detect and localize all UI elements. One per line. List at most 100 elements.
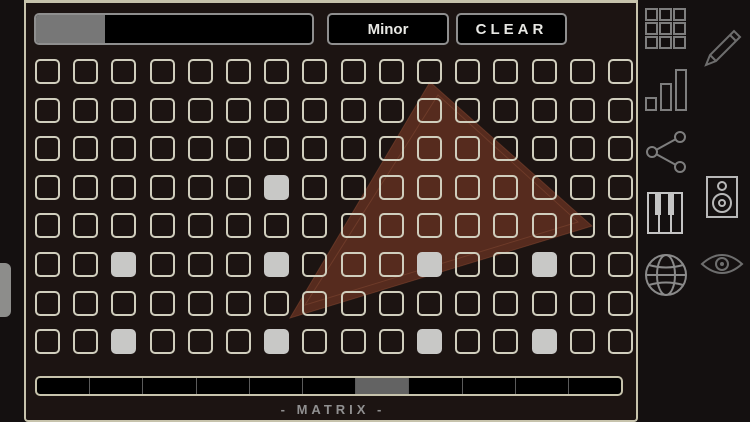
matrix-cell[interactable]	[73, 290, 99, 316]
globe-icon[interactable]	[644, 253, 688, 302]
matrix-cell[interactable]	[187, 290, 213, 316]
matrix-cell[interactable]	[226, 329, 251, 355]
timeline-segment[interactable]	[569, 378, 621, 394]
matrix-cell[interactable]	[455, 290, 481, 316]
matrix-cell[interactable]	[264, 97, 290, 123]
matrix-cell[interactable]	[569, 97, 595, 123]
matrix-cell[interactable]	[302, 136, 328, 162]
matrix-cell[interactable]	[149, 329, 175, 355]
matrix-cell[interactable]	[340, 290, 366, 316]
matrix-cell[interactable]	[187, 59, 213, 84]
matrix-cell[interactable]	[455, 174, 481, 200]
matrix-cell[interactable]	[73, 213, 99, 239]
matrix-cell[interactable]	[417, 97, 442, 123]
matrix-cell[interactable]	[455, 136, 481, 162]
matrix-cell[interactable]	[531, 252, 557, 277]
timeline-segment[interactable]	[516, 378, 569, 394]
matrix-cell[interactable]	[187, 329, 213, 355]
matrix-cell[interactable]	[493, 97, 519, 123]
matrix-cell[interactable]	[340, 252, 366, 277]
matrix-cell[interactable]	[226, 174, 251, 200]
eye-icon[interactable]	[700, 250, 744, 283]
matrix-cell[interactable]	[493, 136, 519, 162]
matrix-cell[interactable]	[187, 174, 213, 200]
matrix-cell[interactable]	[531, 59, 557, 84]
matrix-cell[interactable]	[455, 213, 481, 239]
matrix-cell[interactable]	[264, 174, 290, 200]
matrix-cell[interactable]	[149, 97, 175, 123]
matrix-cell[interactable]	[378, 329, 404, 355]
matrix-cell[interactable]	[264, 59, 290, 84]
matrix-cell[interactable]	[378, 290, 404, 316]
matrix-cell[interactable]	[608, 329, 633, 355]
matrix-cell[interactable]	[73, 329, 99, 355]
matrix-cell[interactable]	[264, 290, 290, 316]
timeline-segment[interactable]	[197, 378, 250, 394]
matrix-cell[interactable]	[111, 290, 137, 316]
matrix-cell[interactable]	[73, 174, 99, 200]
matrix-cell[interactable]	[455, 252, 481, 277]
matrix-cell[interactable]	[569, 174, 595, 200]
matrix-cell[interactable]	[531, 329, 557, 355]
timeline-segment[interactable]	[37, 378, 91, 394]
matrix-cell[interactable]	[111, 136, 137, 162]
matrix-cell[interactable]	[417, 252, 442, 277]
timeline-segment[interactable]	[90, 378, 144, 394]
matrix-cell[interactable]	[417, 136, 442, 162]
matrix-cell[interactable]	[226, 290, 251, 316]
matrix-cell[interactable]	[149, 290, 175, 316]
timeline-segment[interactable]	[250, 378, 303, 394]
matrix-cell[interactable]	[35, 136, 60, 162]
matrix-cell[interactable]	[226, 97, 251, 123]
matrix-cell[interactable]	[417, 329, 442, 355]
matrix-cell[interactable]	[531, 213, 557, 239]
scale-button[interactable]: Minor	[327, 13, 449, 45]
matrix-cell[interactable]	[455, 97, 481, 123]
clear-button[interactable]: CLEAR	[456, 13, 567, 45]
matrix-cell[interactable]	[417, 213, 442, 239]
matrix-cell[interactable]	[378, 213, 404, 239]
matrix-cell[interactable]	[111, 213, 137, 239]
timeline-segment[interactable]	[356, 378, 410, 394]
matrix-cell[interactable]	[493, 290, 519, 316]
matrix-cell[interactable]	[264, 213, 290, 239]
timeline-segment[interactable]	[463, 378, 516, 394]
matrix-cell[interactable]	[340, 174, 366, 200]
matrix-cell[interactable]	[187, 97, 213, 123]
matrix-cell[interactable]	[531, 136, 557, 162]
matrix-cell[interactable]	[493, 59, 519, 84]
matrix-cell[interactable]	[302, 213, 328, 239]
matrix-cell[interactable]	[35, 213, 60, 239]
matrix-cell[interactable]	[264, 136, 290, 162]
matrix-cell[interactable]	[378, 174, 404, 200]
piano-icon[interactable]	[646, 191, 684, 240]
matrix-cell[interactable]	[608, 174, 633, 200]
matrix-cell[interactable]	[111, 252, 137, 277]
matrix-cell[interactable]	[187, 136, 213, 162]
matrix-cell[interactable]	[35, 97, 60, 123]
matrix-cell[interactable]	[187, 252, 213, 277]
matrix-cell[interactable]	[493, 252, 519, 277]
matrix-cell[interactable]	[569, 136, 595, 162]
matrix-cell[interactable]	[226, 136, 251, 162]
matrix-cell[interactable]	[569, 329, 595, 355]
matrix-cell[interactable]	[608, 252, 633, 277]
matrix-cell[interactable]	[226, 59, 251, 84]
matrix-cell[interactable]	[264, 329, 290, 355]
matrix-cell[interactable]	[149, 136, 175, 162]
matrix-cell[interactable]	[569, 213, 595, 239]
matrix-cell[interactable]	[111, 174, 137, 200]
grid-icon[interactable]	[644, 7, 688, 56]
pattern-timeline[interactable]	[35, 376, 623, 396]
matrix-cell[interactable]	[340, 136, 366, 162]
matrix-cell[interactable]	[340, 97, 366, 123]
timeline-segment[interactable]	[409, 378, 463, 394]
bar-chart-icon[interactable]	[644, 68, 688, 117]
matrix-cell[interactable]	[608, 213, 633, 239]
matrix-cell[interactable]	[531, 97, 557, 123]
matrix-cell[interactable]	[417, 290, 442, 316]
matrix-cell[interactable]	[378, 97, 404, 123]
matrix-cell[interactable]	[493, 329, 519, 355]
matrix-cell[interactable]	[569, 59, 595, 84]
share-icon[interactable]	[644, 130, 688, 179]
